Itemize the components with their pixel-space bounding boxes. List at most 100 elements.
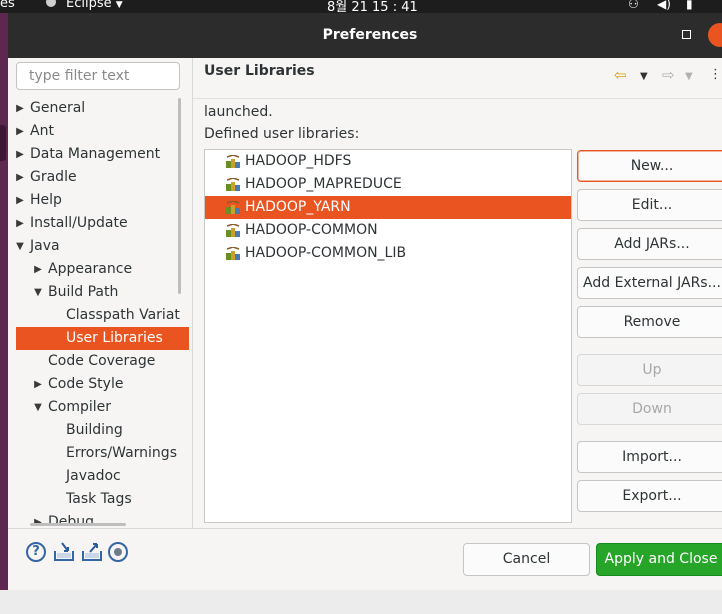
new-button[interactable]: New...: [577, 150, 722, 182]
tree-item-label: Build Path: [48, 284, 119, 300]
tree-item[interactable]: Javadoc: [16, 465, 189, 488]
tree-item[interactable]: ▶ Code Style: [16, 373, 189, 396]
window-title: Preferences: [322, 27, 418, 43]
library-icon: [225, 154, 241, 168]
tree-item-label: Ant: [30, 123, 54, 139]
back-arrow-icon[interactable]: ⇦: [614, 66, 627, 84]
library-item[interactable]: HADOOP-COMMON_LIB: [205, 242, 571, 265]
tree-item[interactable]: User Libraries: [16, 327, 189, 350]
export-button[interactable]: Export...: [577, 480, 722, 512]
tree-item[interactable]: ▶ Install/Update: [16, 212, 189, 235]
tree-item[interactable]: ▶ Gradle: [16, 166, 189, 189]
collapsed-arrow-icon[interactable]: ▶: [16, 120, 26, 143]
apply-and-close-button[interactable]: Apply and Close: [596, 543, 722, 576]
tree-item-label: User Libraries: [66, 330, 163, 346]
library-name: HADOOP-COMMON: [245, 222, 378, 238]
library-item[interactable]: HADOOP-COMMON: [205, 219, 571, 242]
library-item[interactable]: HADOOP_MAPREDUCE: [205, 173, 571, 196]
expanded-arrow-icon[interactable]: ▼: [32, 281, 44, 304]
add-external-jars-button[interactable]: Add External JARs...: [577, 267, 722, 299]
expanded-arrow-icon[interactable]: ▼: [16, 235, 26, 258]
tree-item-label: Appearance: [48, 261, 133, 277]
page-description: launched.: [204, 104, 273, 120]
tree-item-label: Gradle: [30, 169, 77, 185]
tree-item[interactable]: Task Tags: [16, 488, 189, 511]
cancel-button[interactable]: Cancel: [463, 543, 590, 576]
collapsed-arrow-icon[interactable]: ▶: [16, 189, 26, 212]
tree-item[interactable]: ▼ Java: [16, 235, 189, 258]
tree-item-label: Code Coverage: [48, 353, 156, 369]
page-title: User Libraries: [204, 63, 315, 79]
tree-item[interactable]: Building: [16, 419, 189, 442]
library-icon: [225, 200, 241, 214]
preference-recorder-icon[interactable]: [108, 542, 128, 562]
import-button[interactable]: Import...: [577, 441, 722, 473]
collapsed-arrow-icon[interactable]: ▶: [32, 258, 44, 281]
preferences-dialog: ▶General▶Ant▶Data Management▶Gradle▶Help…: [8, 58, 722, 590]
app-menu-fragment: es: [0, 0, 15, 11]
tree-item-label: Data Management: [30, 146, 161, 162]
restore-button[interactable]: [678, 26, 694, 42]
volume-icon[interactable]: ◀): [657, 0, 671, 11]
help-icon[interactable]: ?: [26, 542, 46, 562]
network-icon[interactable]: ⚇: [628, 0, 639, 11]
tree-item-label: Errors/Warnings: [66, 445, 177, 461]
desktop-dock-strip: [0, 13, 8, 614]
collapsed-arrow-icon[interactable]: ▶: [16, 97, 26, 120]
add-jars-button[interactable]: Add JARs...: [577, 228, 722, 260]
view-menu-icon[interactable]: ⋮: [709, 67, 722, 82]
tree-item[interactable]: Code Coverage: [16, 350, 189, 373]
tree-item[interactable]: ▼ Build Path: [16, 281, 189, 304]
collapsed-arrow-icon[interactable]: ▶: [32, 373, 44, 396]
library-name: HADOOP_YARN: [245, 199, 351, 215]
up-button[interactable]: Up: [577, 354, 722, 386]
tree-item[interactable]: ▼ Compiler: [16, 396, 189, 419]
back-menu-chevron-icon[interactable]: ▼: [640, 71, 648, 82]
tree-item[interactable]: Classpath Variat: [16, 304, 189, 327]
tree-item[interactable]: ▶ Data Management: [16, 143, 189, 166]
edit-button[interactable]: Edit...: [577, 189, 722, 221]
tree-item-label: Code Style: [48, 376, 124, 392]
collapsed-arrow-icon[interactable]: ▶: [16, 212, 26, 235]
window-title-bar[interactable]: Preferences: [8, 13, 722, 58]
tree-item[interactable]: Errors/Warnings: [16, 442, 189, 465]
dock-indicator: [0, 125, 6, 161]
preferences-tree: ▶ General ▶ Ant ▶ Data Management ▶ Gradle ▶ Help…: [16, 96, 189, 524]
library-icon: [225, 177, 241, 191]
filter-input[interactable]: [16, 62, 180, 90]
tree-item-label: Task Tags: [66, 491, 132, 507]
libraries-list-label: Defined user libraries:: [204, 126, 360, 142]
app-menu-label: Eclipse: [66, 0, 112, 11]
tree-item[interactable]: ▶ Ant: [16, 120, 189, 143]
down-button[interactable]: Down: [577, 393, 722, 425]
page-header-separator: [193, 98, 722, 99]
export-preferences-icon[interactable]: [81, 542, 102, 562]
tree-item-label: Help: [30, 192, 62, 208]
remove-button[interactable]: Remove: [577, 306, 722, 338]
tree-vertical-scrollbar[interactable]: [178, 98, 181, 294]
tree-item-label: General: [30, 100, 86, 116]
sash-divider[interactable]: [192, 58, 193, 528]
close-button[interactable]: [708, 23, 722, 47]
clock[interactable]: 8월 21 15 : 41: [327, 0, 418, 13]
tree-item-label: Classpath Variat: [66, 307, 180, 323]
tree-item-label: Building: [66, 422, 123, 438]
tree-item[interactable]: ▶ General: [16, 97, 189, 120]
battery-icon[interactable]: ▮: [686, 0, 693, 11]
desktop-bottom-strip: [0, 590, 722, 614]
library-item[interactable]: HADOOP_YARN: [205, 196, 571, 219]
forward-arrow-icon[interactable]: ⇨: [662, 66, 675, 84]
restore-icon: [682, 30, 691, 39]
tree-item[interactable]: ▶ Appearance: [16, 258, 189, 281]
tree-item[interactable]: ▶ Help: [16, 189, 189, 212]
library-item[interactable]: HADOOP_HDFS: [205, 150, 571, 173]
expanded-arrow-icon[interactable]: ▼: [32, 396, 44, 419]
app-menu[interactable]: Eclipse ▼: [66, 0, 123, 11]
collapsed-arrow-icon[interactable]: ▶: [16, 166, 26, 189]
tree-horizontal-scrollbar[interactable]: [30, 523, 126, 526]
library-icon: [225, 246, 241, 260]
forward-menu-chevron-icon[interactable]: ▼: [685, 71, 693, 82]
import-preferences-icon[interactable]: [53, 542, 74, 562]
collapsed-arrow-icon[interactable]: ▶: [16, 143, 26, 166]
user-libraries-list[interactable]: HADOOP_HDFS HADOOP_MAPREDUCE HADOOP_YARN HA…: [204, 149, 572, 523]
